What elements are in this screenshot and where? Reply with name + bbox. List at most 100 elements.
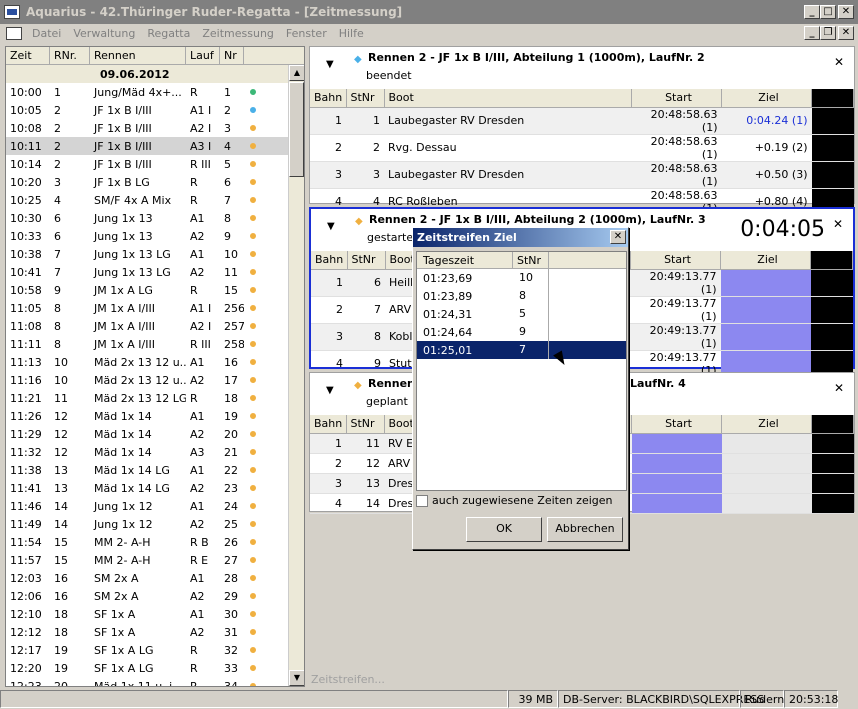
- race-row[interactable]: 3 3 Laubegaster RV Dresden 20:48:58.63 (1) +…: [310, 161, 854, 189]
- menu-fenster[interactable]: Fenster: [280, 27, 333, 40]
- race-list-row[interactable]: 12:20 19 SF 1x A LG R 33: [6, 659, 304, 677]
- ok-button[interactable]: OK: [466, 517, 542, 542]
- scroll-thumb[interactable]: [289, 82, 304, 177]
- col-ziel[interactable]: Ziel: [721, 415, 812, 434]
- menu-zeitmessung[interactable]: Zeitmessung: [196, 27, 280, 40]
- cell-start[interactable]: 20:49:13.77 (1): [630, 323, 721, 351]
- race-list-row[interactable]: 10:11 2 JF 1x B I/III A3 I 4: [6, 137, 304, 155]
- race-list-scrollbar[interactable]: ▲ ▼: [288, 65, 304, 686]
- race-list-row[interactable]: 11:54 15 MM 2- A-H R B 26: [6, 533, 304, 551]
- col-nr[interactable]: Nr: [220, 47, 244, 64]
- collapse-icon[interactable]: ▼: [326, 59, 334, 70]
- menu-hilfe[interactable]: Hilfe: [333, 27, 370, 40]
- cancel-button[interactable]: Abbrechen: [547, 517, 623, 542]
- maximize-button[interactable]: □: [820, 5, 836, 19]
- cell-start[interactable]: [631, 493, 722, 514]
- cell-ziel[interactable]: +0.19 (2): [721, 134, 812, 162]
- close-icon[interactable]: ✕: [834, 55, 844, 69]
- col-rnr[interactable]: RNr.: [50, 47, 90, 64]
- col-tageszeit[interactable]: Tageszeit: [417, 252, 513, 268]
- race-list-row[interactable]: 12:06 16 SM 2x A A2 29: [6, 587, 304, 605]
- cell-start[interactable]: [631, 453, 722, 474]
- race-list-row[interactable]: 11:32 12 Mäd 1x 14 A3 21: [6, 443, 304, 461]
- race-list-row[interactable]: 11:41 13 Mäd 1x 14 LG A2 23: [6, 479, 304, 497]
- col-lauf[interactable]: Lauf: [186, 47, 220, 64]
- collapse-icon[interactable]: ▼: [327, 221, 335, 232]
- cell-start[interactable]: 20:48:58.63 (1): [631, 134, 722, 162]
- close-icon[interactable]: ✕: [833, 217, 843, 231]
- mdi-close-button[interactable]: ✕: [838, 26, 854, 40]
- checkbox-box[interactable]: [416, 494, 428, 507]
- col-rennen[interactable]: Rennen: [90, 47, 186, 64]
- race-list-row[interactable]: 11:13 10 Mäd 2x 13 12 u... A1 16: [6, 353, 304, 371]
- cell-ziel[interactable]: 0:04.24 (1): [721, 107, 812, 135]
- cell-ziel[interactable]: [720, 323, 811, 351]
- show-assigned-checkbox[interactable]: auch zugewiesene Zeiten zeigen: [416, 494, 613, 507]
- menu-regatta[interactable]: Regatta: [141, 27, 196, 40]
- time-list-row[interactable]: 01:24,64 9: [417, 323, 626, 341]
- race-list-row[interactable]: 12:17 19 SF 1x A LG R 32: [6, 641, 304, 659]
- race-list-row[interactable]: 10:30 6 Jung 1x 13 A1 8: [6, 209, 304, 227]
- col-stnr[interactable]: StNr: [346, 89, 385, 108]
- col-ziel[interactable]: Ziel: [720, 251, 811, 270]
- time-list-row[interactable]: 01:23,69 10: [417, 269, 626, 287]
- cell-start[interactable]: [631, 433, 722, 454]
- col-stnr[interactable]: StNr: [513, 252, 549, 268]
- race-list-row[interactable]: 11:21 11 Mäd 2x 13 12 LG ... R 18: [6, 389, 304, 407]
- col-start[interactable]: Start: [631, 415, 722, 434]
- cell-ziel[interactable]: [721, 433, 812, 454]
- col-ziel[interactable]: Ziel: [721, 89, 812, 108]
- race-list-row[interactable]: 10:33 6 Jung 1x 13 A2 9: [6, 227, 304, 245]
- mdi-icon[interactable]: [6, 27, 22, 40]
- col-start[interactable]: Start: [631, 89, 722, 108]
- race-list-row[interactable]: 10:08 2 JF 1x B I/III A2 I 3: [6, 119, 304, 137]
- cell-start[interactable]: 20:49:13.77 (1): [630, 296, 721, 324]
- race-list-row[interactable]: 10:58 9 JM 1x A LG R 15: [6, 281, 304, 299]
- race-list-row[interactable]: 11:11 8 JM 1x A I/III R III 258: [6, 335, 304, 353]
- col-bahn[interactable]: Bahn: [311, 251, 348, 270]
- race-list-row[interactable]: 10:38 7 Jung 1x 13 LG A1 10: [6, 245, 304, 263]
- race-list-row[interactable]: 12:10 18 SF 1x A A1 30: [6, 605, 304, 623]
- collapse-icon[interactable]: ▼: [326, 385, 334, 396]
- race-list-row[interactable]: 11:29 12 Mäd 1x 14 A2 20: [6, 425, 304, 443]
- race-list-row[interactable]: 10:05 2 JF 1x B I/III A1 I 2: [6, 101, 304, 119]
- race-row[interactable]: 1 1 Laubegaster RV Dresden 20:48:58.63 (1) 0…: [310, 107, 854, 135]
- mdi-minimize-button[interactable]: _: [804, 26, 820, 40]
- scroll-up-button[interactable]: ▲: [289, 65, 304, 81]
- menu-datei[interactable]: Datei: [26, 27, 67, 40]
- race-list-row[interactable]: 11:08 8 JM 1x A I/III A2 I 257: [6, 317, 304, 335]
- col-start[interactable]: Start: [630, 251, 721, 270]
- cell-ziel[interactable]: [721, 493, 812, 514]
- time-list-row[interactable]: 01:25,01 7: [417, 341, 626, 359]
- race-list-row[interactable]: 12:03 16 SM 2x A A1 28: [6, 569, 304, 587]
- cell-ziel[interactable]: [721, 473, 812, 494]
- race-list-row[interactable]: 11:57 15 MM 2- A-H R E 27: [6, 551, 304, 569]
- race-list-row[interactable]: 10:20 3 JF 1x B LG R 6: [6, 173, 304, 191]
- minimize-button[interactable]: _: [804, 5, 820, 19]
- cell-start[interactable]: 20:49:13.77 (1): [630, 269, 721, 297]
- col-bahn[interactable]: Bahn: [310, 415, 347, 434]
- race-list-row[interactable]: 12:12 18 SF 1x A A2 31: [6, 623, 304, 641]
- zeitstreifen-hint[interactable]: Zeitstreifen...: [311, 673, 385, 686]
- race-list-row[interactable]: 11:16 10 Mäd 2x 13 12 u... A2 17: [6, 371, 304, 389]
- race-list-row[interactable]: 10:41 7 Jung 1x 13 LG A2 11: [6, 263, 304, 281]
- cell-ziel[interactable]: [721, 453, 812, 474]
- race-list-row[interactable]: 10:25 4 SM/F 4x A Mix R 7: [6, 191, 304, 209]
- dialog-close-icon[interactable]: ✕: [610, 230, 626, 244]
- cell-start[interactable]: 20:48:58.63 (1): [631, 161, 722, 189]
- cell-start[interactable]: [631, 473, 722, 494]
- cell-ziel[interactable]: +0.50 (3): [721, 161, 812, 189]
- col-stnr[interactable]: StNr: [347, 251, 386, 270]
- race-list-row[interactable]: 11:05 8 JM 1x A I/III A1 I 256: [6, 299, 304, 317]
- col-zeit[interactable]: Zeit: [6, 47, 50, 64]
- race-row[interactable]: 2 2 Rvg. Dessau 20:48:58.63 (1) +0.19 (2): [310, 134, 854, 162]
- mdi-restore-button[interactable]: ❐: [820, 26, 836, 40]
- cell-ziel[interactable]: [720, 296, 811, 324]
- race-list-row[interactable]: 10:14 2 JF 1x B I/III R III 5: [6, 155, 304, 173]
- cell-ziel[interactable]: [720, 269, 811, 297]
- race-list-row[interactable]: 11:46 14 Jung 1x 12 A1 24: [6, 497, 304, 515]
- time-list-row[interactable]: 01:23,89 8: [417, 287, 626, 305]
- col-stnr[interactable]: StNr: [346, 415, 385, 434]
- col-boot[interactable]: Boot: [384, 89, 632, 108]
- time-list-row[interactable]: 01:24,31 5: [417, 305, 626, 323]
